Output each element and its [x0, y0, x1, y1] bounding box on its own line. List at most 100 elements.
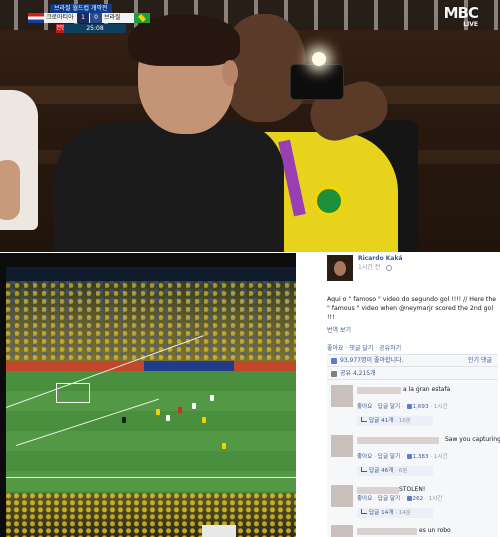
- likes-row: 93,977명이 좋아합니다. 인기 댓글: [327, 355, 498, 367]
- reply-time: 14분: [398, 510, 411, 516]
- score-row: 크로아티아 1 0 브라질: [28, 13, 150, 23]
- home-score: 1: [77, 13, 89, 23]
- thumbs-up-icon: [406, 404, 412, 409]
- photo-gutter: [296, 253, 316, 537]
- reply-arrow-icon: [361, 509, 367, 514]
- comment-like-link[interactable]: 좋아요: [357, 496, 372, 502]
- post-text: Aqui o " famoso " video do segundo gol !…: [327, 296, 497, 321]
- bystander-left: [0, 90, 38, 230]
- comment-reply-link[interactable]: 답글 달기: [378, 496, 400, 502]
- cbf-crest: [314, 186, 344, 216]
- commenter-name-redacted: [357, 487, 399, 494]
- reply-time: 6분: [398, 468, 408, 474]
- channel-name: MBC: [443, 4, 479, 22]
- comment-meta: 좋아요 · 답글 달기 · 1,693 · 1시간: [357, 404, 448, 410]
- see-translation-link[interactable]: 번역 보기: [327, 327, 351, 335]
- commenter-avatar[interactable]: [331, 485, 353, 507]
- reply-count[interactable]: 답글 41개: [369, 418, 393, 424]
- globe-icon: [386, 265, 392, 271]
- post-photo[interactable]: [0, 253, 316, 537]
- croatia-flag-icon: [28, 13, 44, 23]
- comment-like-link[interactable]: 좋아요: [357, 454, 372, 460]
- reply-arrow-icon: [361, 467, 367, 472]
- away-score: 0: [90, 13, 102, 23]
- halfway-line: [6, 477, 296, 478]
- share-icon: [331, 371, 337, 377]
- home-team: 크로아티아: [46, 14, 74, 21]
- commenter-avatar[interactable]: [331, 435, 353, 457]
- crowd-lower: [6, 493, 296, 537]
- comment-text: Saw you capturing: [445, 436, 500, 443]
- comment-reply-link[interactable]: 답글 달기: [378, 404, 400, 410]
- goal-net: [56, 383, 90, 403]
- separator: ·: [345, 345, 348, 352]
- player: [222, 443, 226, 449]
- comment-meta: 좋아요 · 답글 달기 · 262 · 1시간: [357, 496, 443, 502]
- facebook-post: Ricardo Kaká 1시간 전 Aqui o " famoso " vid…: [316, 253, 500, 537]
- commenter-name-redacted: [357, 437, 439, 444]
- separator: ·: [375, 345, 378, 352]
- comment-text: STOLEN!: [399, 486, 426, 493]
- advertising-board-blue: [144, 361, 234, 371]
- like-link[interactable]: 좋아요: [327, 345, 344, 352]
- view-replies[interactable]: 답글 41개 · 16분: [357, 416, 433, 426]
- kaka-ear: [222, 60, 238, 86]
- view-replies[interactable]: 답글 14개 · 14분: [357, 508, 433, 518]
- comment-time[interactable]: 1시간: [434, 404, 448, 410]
- match-title: 브라질 월드컵 개막전: [50, 4, 112, 13]
- kaka-black-jacket: [54, 122, 284, 252]
- player: [178, 407, 182, 413]
- player: [192, 403, 196, 409]
- away-team: 브라질: [104, 14, 121, 21]
- comment-text: es un robo: [419, 527, 451, 534]
- channel-logo: MBC LIVE: [432, 4, 479, 29]
- match-clock: 25:08: [64, 24, 126, 33]
- scoreboard: 브라질 월드컵 개막전 크로아티아 1 0 브라질 전반 25:08: [28, 4, 150, 33]
- shares-row: 공유 4,215개: [327, 368, 498, 380]
- thumbs-up-icon: [406, 454, 412, 459]
- camera-flash: [312, 52, 326, 66]
- shares-count[interactable]: 공유 4,215개: [340, 368, 376, 380]
- likes-count[interactable]: 93,977명이 좋아합니다.: [340, 355, 403, 367]
- smartphone: [290, 64, 344, 100]
- player: [166, 415, 170, 421]
- comment-like-count[interactable]: 1,383: [413, 454, 429, 460]
- comment-like-link[interactable]: 좋아요: [357, 404, 372, 410]
- thumbs-up-icon: [406, 496, 412, 501]
- comment-like-count[interactable]: 262: [413, 496, 424, 502]
- comment-time[interactable]: 1시간: [434, 454, 448, 460]
- player: [210, 395, 214, 401]
- comment-text: a la gran estafa: [403, 386, 451, 393]
- comment-meta: 좋아요 · 답글 달기 · 1,383 · 1시간: [357, 454, 448, 460]
- live-label: LIVE: [463, 21, 478, 28]
- commenter-name-redacted: [357, 528, 417, 535]
- comment-time[interactable]: 1시간: [429, 496, 443, 502]
- broadcast-frame: 브라질 월드컵 개막전 크로아티아 1 0 브라질 전반 25:08 MBC L…: [0, 0, 500, 252]
- commenter-avatar[interactable]: [331, 525, 353, 537]
- comment-link[interactable]: 댓글 달기: [349, 345, 373, 352]
- reply-arrow-icon: [361, 417, 367, 422]
- brazil-flag-icon: [134, 13, 150, 23]
- comment-reply-link[interactable]: 답글 달기: [378, 454, 400, 460]
- commenter-name-redacted: [357, 387, 401, 394]
- reply-count[interactable]: 답글 46개: [369, 468, 393, 474]
- author-name[interactable]: Ricardo Kaká: [358, 255, 402, 263]
- player: [156, 409, 160, 415]
- comment-like-count[interactable]: 1,693: [413, 404, 429, 410]
- view-replies[interactable]: 답글 46개 · 6분: [357, 466, 433, 476]
- feedback-box: 93,977명이 좋아합니다. 인기 댓글 공유 4,215개 a la gra…: [327, 354, 500, 537]
- stadium-roof: [6, 267, 296, 281]
- author-avatar[interactable]: [327, 255, 353, 281]
- pitch-stripe: [6, 471, 296, 491]
- like-icon: [331, 358, 337, 364]
- goalkeeper: [122, 417, 126, 423]
- share-link[interactable]: 공유하기: [379, 345, 401, 352]
- commenter-avatar[interactable]: [331, 385, 353, 407]
- post-actions: 좋아요 · 댓글 달기 · 공유하기: [327, 345, 401, 353]
- stadium-photo: [6, 267, 296, 537]
- post-time[interactable]: 1시간 전: [358, 264, 380, 272]
- camera-stand: [202, 525, 236, 537]
- comment-sort-dropdown[interactable]: 인기 댓글: [468, 355, 492, 367]
- reply-count[interactable]: 답글 14개: [369, 510, 393, 516]
- player: [202, 417, 206, 423]
